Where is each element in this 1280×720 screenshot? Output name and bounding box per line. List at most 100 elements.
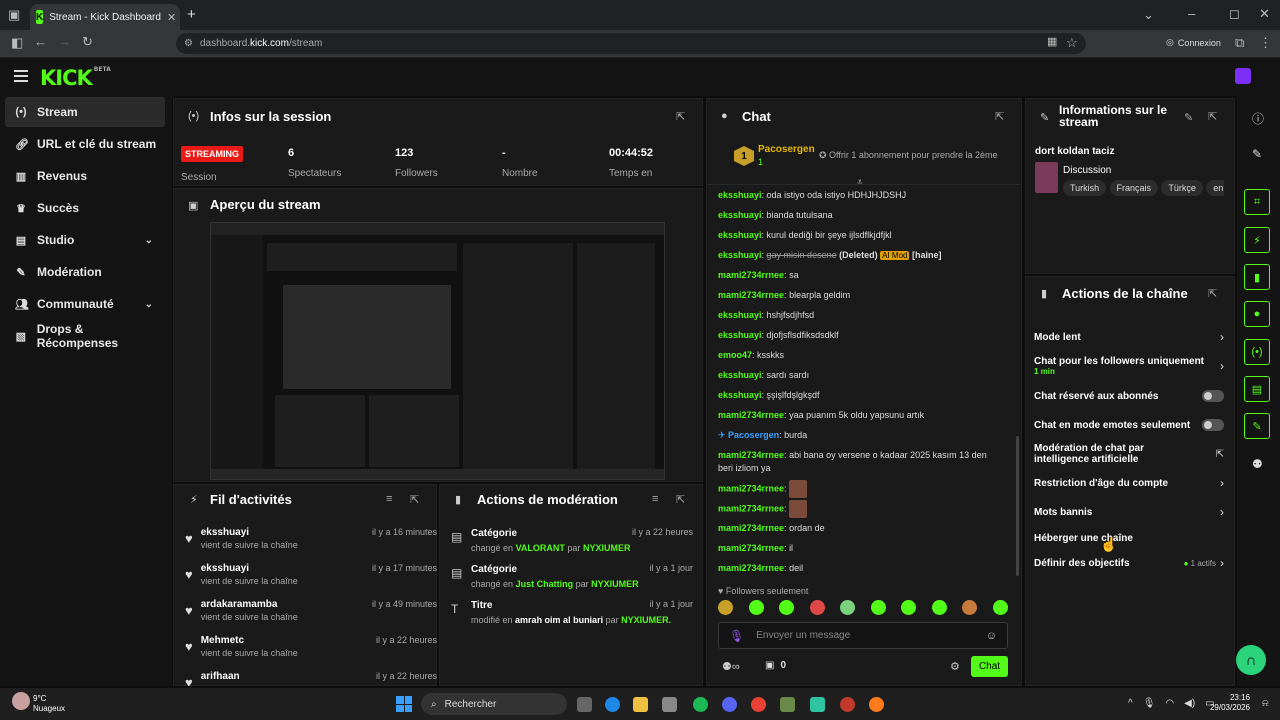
collapse-pinned-icon[interactable]: ⩡ bbox=[857, 177, 863, 188]
users-icon[interactable]: ⚉ bbox=[1252, 457, 1263, 471]
chat-user[interactable]: eksshuayi bbox=[718, 330, 762, 340]
emote-icon[interactable] bbox=[992, 600, 1008, 615]
feed-user[interactable]: arifhaan bbox=[201, 671, 240, 682]
edge-icon[interactable] bbox=[605, 697, 620, 712]
feed-user[interactable]: ardakaramamba bbox=[201, 599, 298, 610]
edit-pencil-icon[interactable]: ✎ bbox=[1184, 111, 1193, 124]
spotify-icon[interactable] bbox=[693, 697, 708, 712]
chat-user[interactable]: eksshuayi bbox=[718, 230, 762, 240]
windows-start-icon[interactable] bbox=[396, 696, 412, 712]
filter-icon[interactable]: ≡ bbox=[386, 493, 392, 505]
tag[interactable]: Français bbox=[1109, 180, 1159, 196]
emote-icon[interactable] bbox=[840, 600, 856, 615]
window-close-icon[interactable]: ✕ bbox=[1259, 7, 1270, 20]
app-icon[interactable] bbox=[810, 697, 825, 712]
file-explorer-icon[interactable] bbox=[633, 697, 648, 712]
tag[interactable]: Türkçe bbox=[1161, 180, 1203, 196]
app-icon[interactable] bbox=[840, 697, 855, 712]
popout-icon[interactable]: ⇱ bbox=[676, 493, 685, 506]
followers-only-row[interactable]: Chat pour les followers uniquement 1 min › bbox=[1034, 354, 1224, 378]
tag[interactable]: en bbox=[1206, 180, 1224, 196]
feed-user[interactable]: Mehmetc bbox=[201, 635, 298, 646]
host-channel-row[interactable]: Héberger une chaîne bbox=[1034, 531, 1224, 545]
user-avatar[interactable] bbox=[1235, 68, 1251, 84]
ai-moderation-row[interactable]: Modération de chat par intelligence arti… bbox=[1034, 443, 1224, 465]
chat-user[interactable]: eksshuayi bbox=[718, 370, 762, 380]
banned-words-row[interactable]: Mots bannis › bbox=[1034, 505, 1224, 519]
back-icon[interactable]: ← bbox=[34, 35, 47, 48]
popout-icon[interactable]: ⇱ bbox=[410, 493, 419, 506]
minimize-icon[interactable]: – bbox=[1188, 7, 1195, 20]
toggle[interactable] bbox=[1202, 419, 1224, 431]
subscribers-only-row[interactable]: Chat réservé aux abonnés bbox=[1034, 389, 1224, 403]
emote-icon[interactable] bbox=[809, 600, 825, 615]
stream-preview-video[interactable] bbox=[210, 222, 665, 480]
chat-user[interactable]: mami2734rrnee bbox=[718, 503, 784, 513]
notification-bell-icon[interactable]: ⍾ bbox=[1262, 698, 1269, 709]
weather-icon[interactable] bbox=[12, 692, 30, 710]
chat-user[interactable]: mami2734rrnee bbox=[718, 563, 784, 573]
slow-mode-row[interactable]: Mode lent › bbox=[1034, 330, 1224, 344]
system-tray[interactable]: ^ 🎙︎ ◠ ◀) ▭ bbox=[1128, 698, 1215, 709]
browser-menu-icon[interactable]: ⋮ bbox=[1259, 36, 1272, 49]
sidebar-item-drops[interactable]: ▧ Drops & Récompenses bbox=[5, 321, 165, 351]
info-icon[interactable]: ⓘ bbox=[1252, 110, 1264, 127]
chat-user[interactable]: mami2734rrnee bbox=[718, 543, 784, 553]
sidebar-item-studio[interactable]: ▤ Studio ⌄ bbox=[5, 225, 165, 255]
reload-icon[interactable]: ↻ bbox=[82, 35, 93, 48]
site-info-icon[interactable]: ⚙ bbox=[184, 38, 193, 49]
toggle[interactable] bbox=[1202, 390, 1224, 402]
task-view-icon[interactable] bbox=[577, 697, 592, 712]
filter-icon[interactable]: ≡ bbox=[652, 493, 658, 505]
taskbar-search[interactable]: ⌕ Rechercher bbox=[421, 693, 567, 715]
profile-button[interactable]: ◎ Connexion bbox=[1166, 37, 1221, 48]
clock[interactable]: 23:16 29/03/2026 bbox=[1208, 693, 1250, 713]
emote-icon[interactable] bbox=[870, 600, 886, 615]
mod-action-user[interactable]: NYXIUMER. bbox=[621, 615, 671, 625]
emote-icon[interactable] bbox=[718, 600, 733, 615]
tag[interactable]: Turkish bbox=[1063, 180, 1107, 196]
chat-user[interactable]: mami2734rrnee bbox=[718, 523, 784, 533]
kick-logo[interactable]: KICK BETA bbox=[40, 66, 111, 90]
pencil-icon[interactable]: ✎ bbox=[1252, 147, 1262, 161]
chat-user[interactable]: mami2734rrnee bbox=[718, 410, 784, 420]
maximize-icon[interactable]: ◻ bbox=[1229, 7, 1240, 20]
chat-user[interactable]: mami2734rrnee bbox=[718, 290, 784, 300]
channel-points[interactable]: ▣ 0 bbox=[765, 660, 786, 671]
age-restriction-row[interactable]: Restriction d'âge du compte › bbox=[1034, 476, 1224, 490]
emote-icon[interactable] bbox=[901, 600, 917, 615]
store-icon[interactable] bbox=[662, 697, 677, 712]
mod-action-user[interactable]: NYXIUMER bbox=[583, 543, 631, 553]
popout-icon[interactable]: ⇱ bbox=[995, 110, 1004, 123]
weather-widget[interactable]: 9°C Nuageux bbox=[33, 694, 65, 714]
chrome-icon[interactable] bbox=[751, 697, 766, 712]
chat-user[interactable]: mami2734rrnee bbox=[718, 450, 784, 460]
send-chat-button[interactable]: Chat bbox=[971, 656, 1008, 677]
tool-stream-button[interactable]: (•) bbox=[1244, 339, 1270, 365]
new-tab-button[interactable]: + bbox=[187, 6, 196, 23]
tab-actions-icon[interactable]: ▣ bbox=[8, 8, 20, 21]
chat-user[interactable]: emoo47 bbox=[718, 350, 752, 360]
sidebar-item-community[interactable]: 👥︎ Communauté ⌄ bbox=[5, 289, 165, 319]
microphone-icon[interactable]: 🎙︎ bbox=[729, 629, 744, 643]
chat-user[interactable]: eksshuayi bbox=[718, 210, 762, 220]
emote-icon[interactable] bbox=[779, 600, 795, 615]
sidebar-item-moderation[interactable]: ✎ Modération bbox=[5, 257, 165, 287]
tool-chat-button[interactable]: ● bbox=[1244, 301, 1270, 327]
chat-user[interactable]: eksshuayi bbox=[718, 190, 762, 200]
sidebar-item-revenue[interactable]: ▥ Revenus bbox=[5, 161, 165, 191]
forward-icon[interactable]: → bbox=[58, 35, 71, 48]
popout-icon[interactable]: ⇱ bbox=[1208, 287, 1217, 300]
category-thumbnail[interactable] bbox=[1035, 162, 1058, 193]
url-bar[interactable]: dashboard. kick.com/stream bbox=[176, 33, 1086, 54]
tab-list-icon[interactable]: ⌄ bbox=[1143, 8, 1154, 21]
emote-icon[interactable] bbox=[748, 600, 764, 615]
chat-user[interactable]: eksshuayi bbox=[718, 390, 762, 400]
support-headset-button[interactable]: ∩ bbox=[1236, 645, 1266, 675]
goals-row[interactable]: Définir des objectifs ● 1 actifs › bbox=[1034, 556, 1224, 570]
close-tab-icon[interactable]: ✕ bbox=[167, 11, 176, 24]
hamburger-menu-icon[interactable] bbox=[14, 70, 28, 82]
tool-crop-button[interactable]: ⌗ bbox=[1244, 189, 1270, 215]
chat-user[interactable]: eksshuayi bbox=[718, 310, 762, 320]
sidebar-item-achievements[interactable]: ♛ Succès bbox=[5, 193, 165, 223]
